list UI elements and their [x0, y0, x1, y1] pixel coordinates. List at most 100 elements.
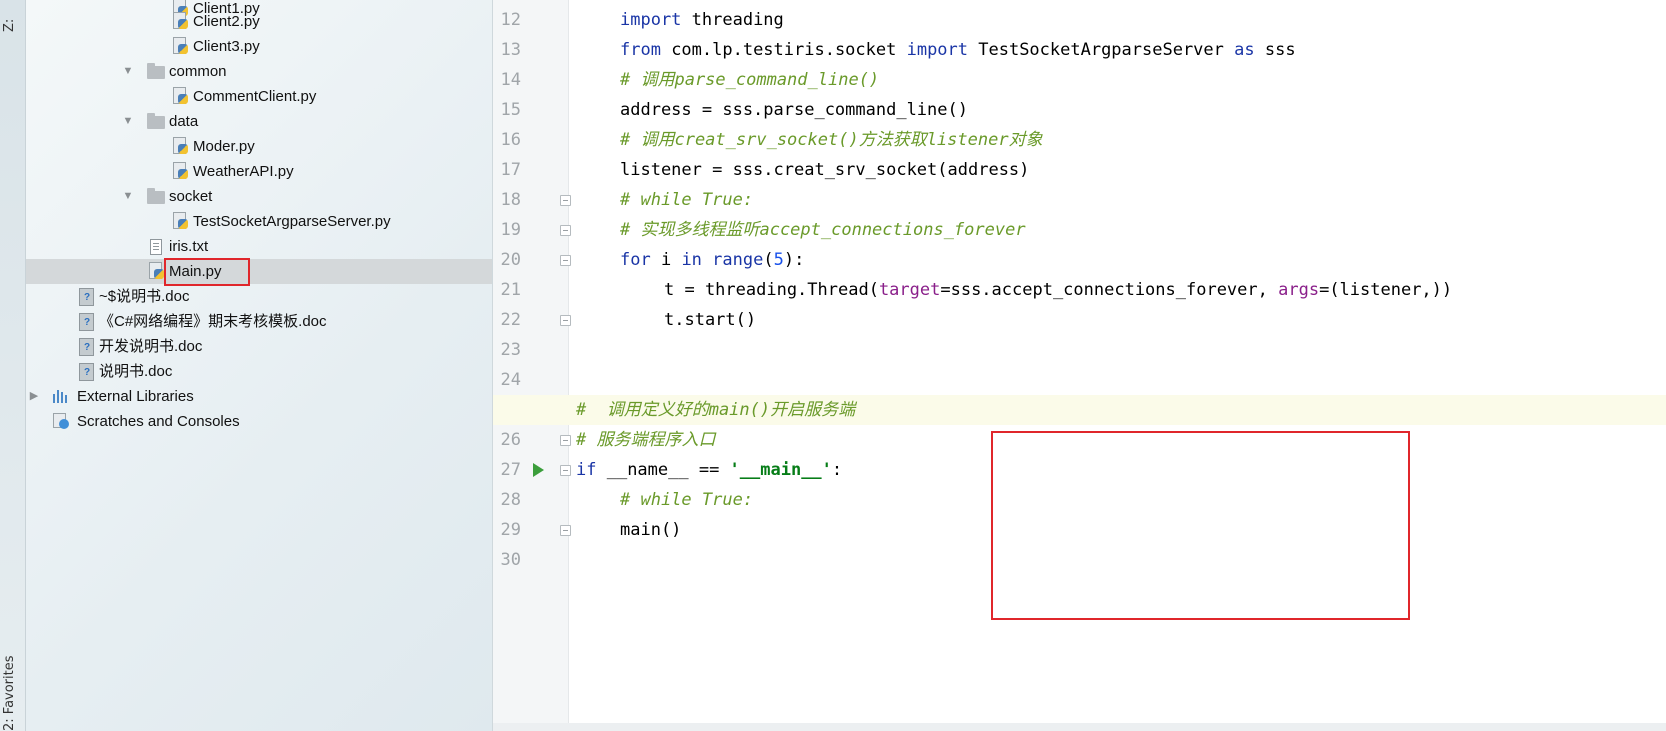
python-file-icon	[149, 262, 164, 280]
python-file-icon	[173, 37, 188, 55]
tree-item-main-py[interactable]: Main.py	[26, 259, 492, 284]
code-line[interactable]: if __name__ == '__main__':	[576, 455, 842, 485]
code-line[interactable]: t.start()	[576, 305, 756, 335]
fold-marker-icon[interactable]	[560, 225, 571, 236]
editor-gutter: 12 13 14 15 16 17 18 19 20 21 22 23 24 2…	[493, 0, 571, 731]
code-line[interactable]: # 调用parse_command_line()	[576, 65, 879, 95]
tree-item-label: socket	[169, 188, 213, 205]
code-line[interactable]: from com.lp.testiris.socket import TestS…	[576, 35, 1296, 65]
folder-icon	[147, 63, 165, 79]
line-number: 20	[500, 250, 521, 270]
code-editor[interactable]: 12 13 14 15 16 17 18 19 20 21 22 23 24 2…	[493, 0, 1666, 731]
doc-file-icon: ?	[79, 363, 94, 381]
line-number: 15	[500, 100, 521, 120]
tree-item-label: Moder.py	[193, 138, 255, 155]
code-line[interactable]: # while True:	[576, 485, 753, 515]
fold-marker-icon[interactable]	[560, 195, 571, 206]
folder-icon	[147, 113, 165, 129]
tree-item-scratches[interactable]: Scratches and Consoles	[26, 409, 492, 434]
code-line[interactable]: # 实现多线程监听accept_connections_forever	[576, 215, 1026, 245]
line-number: 21	[500, 280, 521, 300]
tab-structure[interactable]: Z:	[2, 0, 22, 32]
line-number: 27	[500, 460, 521, 480]
tree-item-manual-doc[interactable]: ? 说明书.doc	[26, 359, 492, 384]
tab-favorites[interactable]: 2: Favorites	[2, 645, 22, 731]
tree-item-client2[interactable]: Client2.py	[26, 9, 492, 34]
chevron-down-icon[interactable]: ▼	[121, 184, 135, 209]
code-line[interactable]: main()	[576, 515, 681, 545]
tree-item-weatherapi[interactable]: WeatherAPI.py	[26, 159, 492, 184]
code-line[interactable]: # 调用creat_srv_socket()方法获取listener对象	[576, 125, 1043, 155]
chevron-down-icon[interactable]: ▼	[121, 59, 135, 84]
line-number: 18	[500, 190, 521, 210]
tree-item-label: ~$说明书.doc	[99, 288, 190, 305]
fold-marker-icon[interactable]	[560, 465, 571, 476]
tree-folder-common[interactable]: ▼ common	[26, 59, 492, 84]
tree-item-tilde-doc[interactable]: ? ~$说明书.doc	[26, 284, 492, 309]
code-line[interactable]: # 调用定义好的main()开启服务端	[493, 395, 1666, 425]
line-number: 23	[500, 340, 521, 360]
tree-item-client3[interactable]: Client3.py	[26, 34, 492, 59]
tree-item-csharp-doc[interactable]: ? 《C#网络编程》期末考核模板.doc	[26, 309, 492, 334]
line-number: 29	[500, 520, 521, 540]
tree-item-label: 《C#网络编程》期末考核模板.doc	[99, 313, 327, 330]
tool-window-strip: Z: 2: Favorites	[0, 0, 26, 731]
line-number: 12	[500, 10, 521, 30]
doc-file-icon: ?	[79, 338, 94, 356]
line-number: 22	[500, 310, 521, 330]
line-number: 24	[500, 370, 521, 390]
line-number: 26	[500, 430, 521, 450]
code-line[interactable]: for i in range(5):	[576, 245, 804, 275]
tree-item-label: 说明书.doc	[99, 363, 173, 380]
python-file-icon	[173, 212, 188, 230]
horizontal-scrollbar[interactable]	[493, 723, 1666, 731]
tree-item-commentclient[interactable]: CommentClient.py	[26, 84, 492, 109]
chevron-right-icon[interactable]: ▶	[27, 384, 41, 409]
code-line[interactable]: # while True:	[576, 185, 753, 215]
tree-item-moder[interactable]: Moder.py	[26, 134, 492, 159]
tree-item-label: Client3.py	[193, 38, 260, 55]
tab-favorites-label: 2: Favorites	[2, 655, 17, 731]
code-line[interactable]: import threading	[576, 5, 784, 35]
line-number: 30	[500, 550, 521, 570]
text-file-icon	[150, 239, 162, 255]
line-number: 13	[500, 40, 521, 60]
tree-item-label: External Libraries	[77, 388, 194, 405]
run-icon[interactable]	[533, 463, 544, 477]
code-line[interactable]: listener = sss.creat_srv_socket(address)	[576, 155, 1029, 185]
tree-item-dev-manual-doc[interactable]: ? 开发说明书.doc	[26, 334, 492, 359]
code-line[interactable]: # 服务端程序入口	[576, 425, 715, 455]
python-file-icon	[173, 12, 188, 30]
python-file-icon	[173, 162, 188, 180]
tree-item-label: CommentClient.py	[193, 88, 317, 105]
code-line[interactable]: t = threading.Thread(target=sss.accept_c…	[576, 275, 1452, 305]
line-number: 14	[500, 70, 521, 90]
fold-marker-icon[interactable]	[560, 315, 571, 326]
fold-marker-icon[interactable]	[560, 255, 571, 266]
project-tree-panel: Client1.py Client2.py Client3.py ▼ commo…	[26, 0, 493, 731]
python-file-icon	[173, 137, 188, 155]
tree-item-iris-txt[interactable]: iris.txt	[26, 234, 492, 259]
tree-item-label: 开发说明书.doc	[99, 338, 203, 355]
tree-item-testsocketargparseserver[interactable]: TestSocketArgparseServer.py	[26, 209, 492, 234]
line-number: 28	[500, 490, 521, 510]
chevron-down-icon[interactable]: ▼	[121, 109, 135, 134]
tree-item-label: data	[169, 113, 199, 130]
annotation-box-main-py	[164, 258, 250, 286]
doc-file-icon: ?	[79, 313, 94, 331]
tree-item-label: TestSocketArgparseServer.py	[193, 213, 391, 230]
tree-folder-socket[interactable]: ▼ socket	[26, 184, 492, 209]
scratches-icon	[53, 413, 69, 429]
tree-folder-data[interactable]: ▼ data	[26, 109, 492, 134]
tree-item-label: Client2.py	[193, 13, 260, 30]
fold-marker-icon[interactable]	[560, 435, 571, 446]
folder-icon	[147, 188, 165, 204]
tree-item-external-libraries[interactable]: ▶ External Libraries	[26, 384, 492, 409]
python-file-icon	[173, 87, 188, 105]
fold-marker-icon[interactable]	[560, 525, 571, 536]
tree-item-label: common	[169, 63, 227, 80]
code-line[interactable]: address = sss.parse_command_line()	[576, 95, 968, 125]
annotation-box-main-entry	[991, 431, 1410, 620]
tree-item-label: iris.txt	[169, 238, 209, 255]
line-number: 16	[500, 130, 521, 150]
